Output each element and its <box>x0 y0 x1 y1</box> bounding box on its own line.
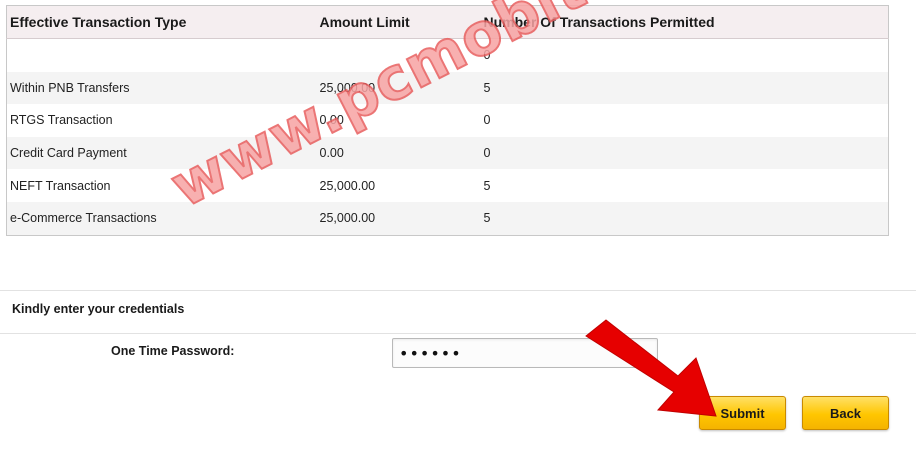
cell-count: 5 <box>480 201 889 236</box>
section-divider-top <box>0 290 916 291</box>
cell-amount: 0.00 <box>316 136 481 170</box>
cell-amount <box>316 38 481 72</box>
cell-count: 5 <box>480 169 889 202</box>
header-amount-limit: Amount Limit <box>316 5 481 39</box>
table-row: 0 <box>6 38 889 72</box>
cell-amount: 25,000.00 <box>316 201 481 236</box>
cell-count: 0 <box>480 136 889 170</box>
transaction-limits-table: Effective Transaction Type Amount Limit … <box>6 5 889 236</box>
table-row: e-Commerce Transactions 25,000.00 5 <box>6 201 889 236</box>
cell-count: 5 <box>480 71 889 105</box>
section-divider-bottom <box>0 333 916 334</box>
otp-input[interactable] <box>392 338 658 368</box>
cell-amount: 0.00 <box>316 104 481 137</box>
submit-button[interactable]: Submit <box>699 396 786 430</box>
table-row: RTGS Transaction 0.00 0 <box>6 104 889 137</box>
cell-amount: 25,000.00 <box>316 169 481 202</box>
cell-count: 0 <box>480 104 889 137</box>
table-row: Within PNB Transfers 25,000.00 5 <box>6 71 889 105</box>
header-transaction-type: Effective Transaction Type <box>6 5 317 39</box>
credentials-heading: Kindly enter your credentials <box>12 302 185 316</box>
header-transactions-permitted: Number Of Transactions Permitted <box>480 5 889 39</box>
otp-label: One Time Password: <box>111 344 235 358</box>
back-button[interactable]: Back <box>802 396 889 430</box>
cell-type: RTGS Transaction <box>6 104 317 137</box>
cell-type: Credit Card Payment <box>6 136 317 170</box>
cell-amount: 25,000.00 <box>316 71 481 105</box>
table-row: Credit Card Payment 0.00 0 <box>6 136 889 170</box>
cell-type: Within PNB Transfers <box>6 71 317 105</box>
cell-type <box>6 38 317 72</box>
cell-type: NEFT Transaction <box>6 169 317 202</box>
table-header-row: Effective Transaction Type Amount Limit … <box>6 5 889 39</box>
table-row: NEFT Transaction 25,000.00 5 <box>6 169 889 202</box>
cell-count: 0 <box>480 38 889 72</box>
cell-type: e-Commerce Transactions <box>6 201 317 236</box>
